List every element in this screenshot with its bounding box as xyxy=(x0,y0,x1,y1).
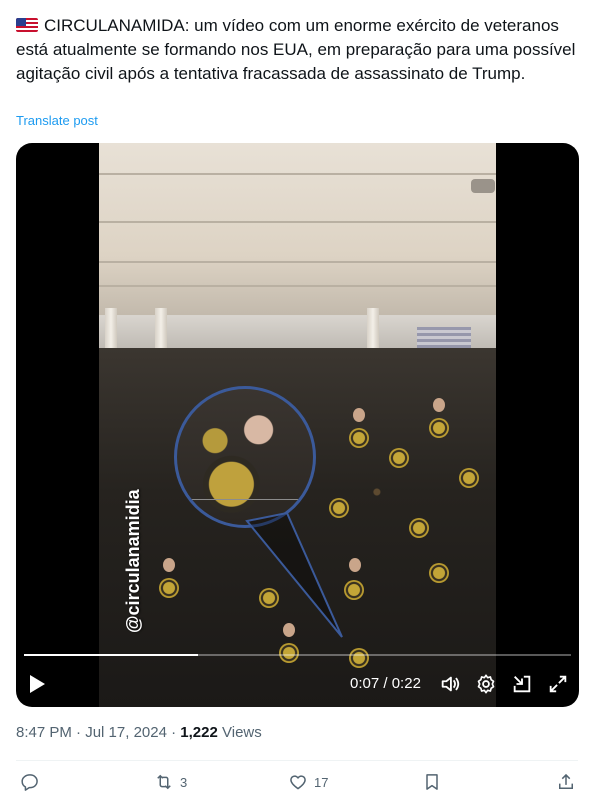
head xyxy=(163,558,175,572)
repost-icon xyxy=(157,774,171,790)
settings-icon[interactable] xyxy=(475,673,497,695)
us-flag-icon xyxy=(16,18,38,32)
post-text-body: CIRCULANAMIDA: um vídeo com um enorme ex… xyxy=(16,16,576,83)
views-count: 1,222 xyxy=(180,724,218,741)
post-meta: 8:47 PM · Jul 17, 2024 · 1,222 Views xyxy=(16,724,262,741)
share-button[interactable] xyxy=(556,772,576,792)
heart-icon xyxy=(290,775,306,790)
vest-patch xyxy=(459,468,479,488)
ceiling-lamp xyxy=(471,179,495,193)
bookmark-icon xyxy=(426,774,438,790)
ceiling-beam xyxy=(99,261,496,263)
zoom-line xyxy=(177,499,313,500)
repost-count: 3 xyxy=(180,774,188,790)
vest-patch xyxy=(409,518,429,538)
video-progress-fill xyxy=(24,654,198,656)
meta-separator: · xyxy=(166,724,181,741)
reply-icon xyxy=(21,774,38,791)
post-date[interactable]: Jul 17, 2024 xyxy=(85,724,167,741)
post-text: CIRCULANAMIDA: um vídeo com um enorme ex… xyxy=(16,14,576,86)
vest-patch xyxy=(344,580,364,600)
video-progress-bar[interactable] xyxy=(24,654,571,656)
play-icon[interactable] xyxy=(30,675,45,693)
vest-patch xyxy=(429,563,449,583)
video-controls: 0:07 / 0:22 xyxy=(16,670,579,700)
meta-separator: · xyxy=(71,724,86,741)
duration: 0:22 xyxy=(391,675,421,692)
video-time: 0:07 / 0:22 xyxy=(350,675,421,692)
head xyxy=(353,408,365,422)
translate-post-link[interactable]: Translate post xyxy=(16,113,98,128)
vest-patch xyxy=(259,588,279,608)
time-separator: / xyxy=(379,675,392,692)
vest-patch xyxy=(349,648,369,668)
head xyxy=(433,398,445,412)
reply-button[interactable] xyxy=(20,772,46,792)
video-player[interactable]: @circulanamidia 0:07 / 0:22 xyxy=(16,143,579,707)
post-actions: 3 17 xyxy=(0,772,594,798)
ceiling-beam xyxy=(99,173,496,175)
fullscreen-icon[interactable] xyxy=(547,673,569,695)
head xyxy=(349,558,361,572)
video-watermark: @circulanamidia xyxy=(123,489,143,633)
head xyxy=(283,623,295,637)
bookmark-button[interactable] xyxy=(422,772,448,792)
vest-patch xyxy=(329,498,349,518)
volume-icon[interactable] xyxy=(439,673,461,695)
like-count: 17 xyxy=(314,774,329,790)
post-time[interactable]: 8:47 PM xyxy=(16,724,72,741)
divider xyxy=(16,760,578,761)
vest-patch xyxy=(389,448,409,468)
like-button[interactable]: 17 xyxy=(288,772,328,792)
ceiling-beam xyxy=(99,221,496,223)
video-frame: @circulanamidia xyxy=(99,143,496,707)
current-time: 0:07 xyxy=(350,675,380,692)
vest-patch xyxy=(159,578,179,598)
vest-patch xyxy=(429,418,449,438)
views-label: Views xyxy=(217,724,262,741)
vest-patch xyxy=(279,643,299,663)
zoom-magnifier xyxy=(174,386,316,528)
repost-button[interactable]: 3 xyxy=(154,772,187,792)
vest-patch xyxy=(349,428,369,448)
ceiling-beam xyxy=(99,285,496,287)
collapse-icon[interactable] xyxy=(511,673,533,695)
share-icon xyxy=(559,773,573,789)
